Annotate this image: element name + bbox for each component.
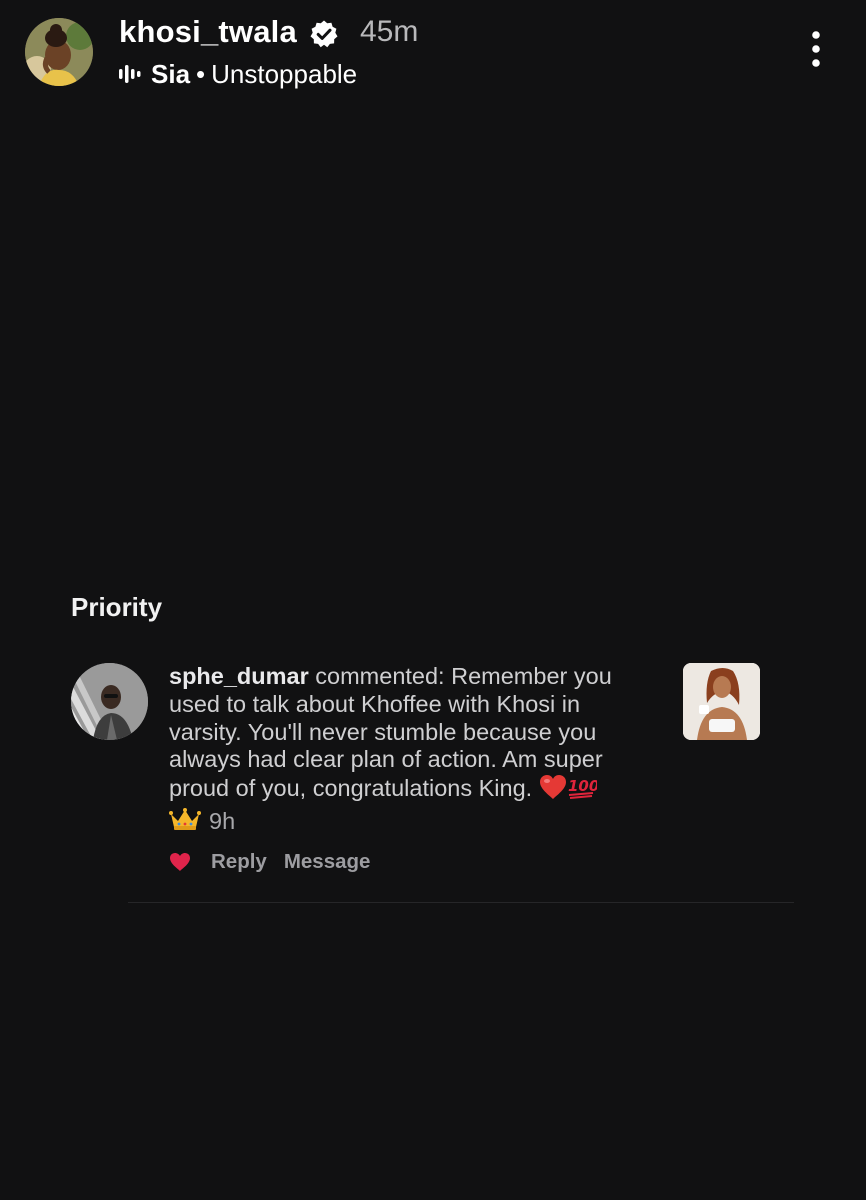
- music-separator: •: [196, 58, 206, 89]
- more-options-button[interactable]: [800, 28, 832, 72]
- comment-meta: 9h: [169, 807, 649, 838]
- more-vertical-icon: [812, 31, 820, 67]
- verified-badge-icon: [309, 19, 339, 49]
- crown-icon: [169, 807, 201, 838]
- comment-actions: Reply Message: [169, 848, 387, 876]
- comment-time: 9h: [209, 808, 236, 835]
- profile-avatar[interactable]: [25, 18, 93, 86]
- reply-button[interactable]: Reply: [211, 850, 267, 874]
- comment-body: sphe_dumar commented: Remember you used …: [169, 663, 649, 838]
- music-info[interactable]: Sia • Unstoppable: [119, 58, 357, 90]
- commenter-username[interactable]: sphe_dumar: [169, 663, 309, 689]
- story-time: 45m: [360, 15, 419, 48]
- like-heart-icon[interactable]: [169, 852, 191, 872]
- message-button[interactable]: Message: [284, 850, 371, 874]
- story-header: khosi_twala 45m Sia • Unstoppable: [0, 0, 866, 110]
- audio-equalizer-icon: [119, 65, 141, 83]
- hundred-points-icon: 100: [567, 774, 599, 807]
- music-artist: Sia: [151, 58, 191, 89]
- red-heart-icon: [539, 774, 567, 807]
- priority-heading: Priority: [71, 592, 163, 622]
- commenter-avatar[interactable]: [71, 663, 148, 740]
- section-divider: [128, 902, 794, 903]
- story-username[interactable]: khosi_twala: [119, 14, 297, 50]
- music-song: Unstoppable: [211, 58, 358, 89]
- post-thumbnail[interactable]: [683, 663, 760, 740]
